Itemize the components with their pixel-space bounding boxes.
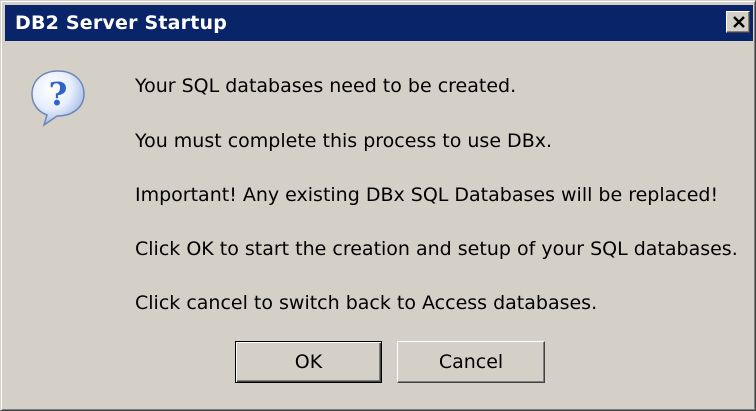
title-bar[interactable]: DB2 Server Startup	[5, 5, 753, 41]
question-glyph: ?	[49, 75, 68, 113]
close-button[interactable]	[726, 11, 750, 33]
cancel-button[interactable]: Cancel	[397, 341, 545, 383]
close-icon	[733, 16, 745, 28]
message-line-1: Your SQL databases need to be created.	[135, 75, 517, 97]
message-line-5: Click cancel to switch back to Access da…	[135, 292, 598, 314]
message-line-4: Click OK to start the creation and setup…	[135, 238, 738, 260]
message-line-2: You must complete this process to use DB…	[135, 130, 553, 152]
message-line-3: Important! Any existing DBx SQL Database…	[135, 184, 719, 206]
question-icon: ?	[31, 70, 85, 127]
window-title: DB2 Server Startup	[15, 12, 228, 34]
message-dialog: DB2 Server Startup ? Your SQL databases …	[0, 0, 756, 411]
ok-button[interactable]: OK	[235, 341, 382, 383]
